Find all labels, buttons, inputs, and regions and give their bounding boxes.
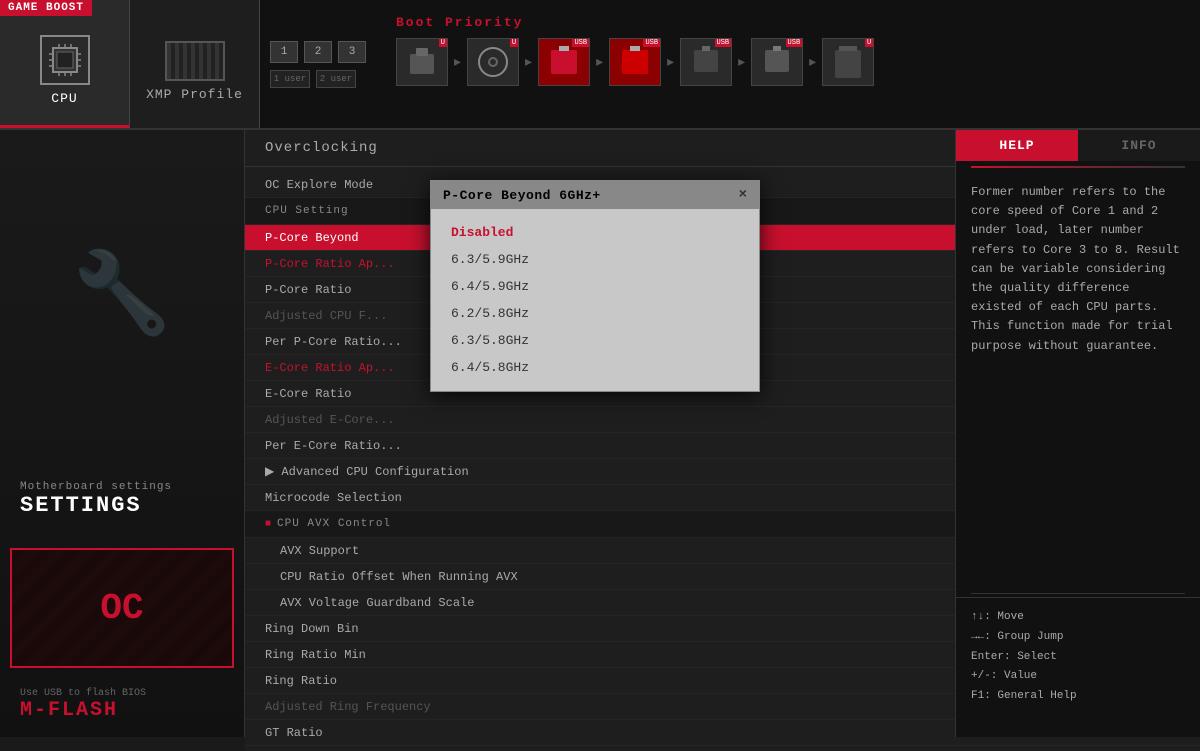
modal-option-3[interactable]: 6.2/5.8GHz bbox=[431, 300, 759, 327]
modal-title: P-Core Beyond 6GHz+ bbox=[443, 188, 601, 203]
modal-overlay: P-Core Beyond 6GHz+ × Disabled 6.3/5.9GH… bbox=[0, 0, 1200, 737]
modal-option-0[interactable]: Disabled bbox=[431, 219, 759, 246]
modal-title-bar: P-Core Beyond 6GHz+ × bbox=[431, 181, 759, 209]
modal-close-button[interactable]: × bbox=[739, 187, 747, 203]
modal-option-4[interactable]: 6.3/5.8GHz bbox=[431, 327, 759, 354]
modal-body: Disabled 6.3/5.9GHz 6.4/5.9GHz 6.2/5.8GH… bbox=[431, 209, 759, 391]
modal-option-2[interactable]: 6.4/5.9GHz bbox=[431, 273, 759, 300]
modal-option-1[interactable]: 6.3/5.9GHz bbox=[431, 246, 759, 273]
modal-box: P-Core Beyond 6GHz+ × Disabled 6.3/5.9GH… bbox=[430, 180, 760, 392]
modal-option-5[interactable]: 6.4/5.8GHz bbox=[431, 354, 759, 381]
